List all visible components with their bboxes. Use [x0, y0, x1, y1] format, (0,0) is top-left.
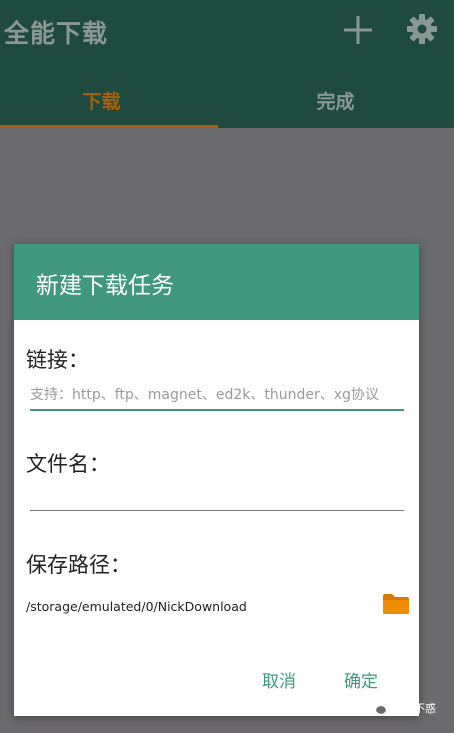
watermark-text: 苏生不惑 — [392, 702, 436, 715]
dialog-title: 新建下载任务 — [36, 273, 174, 299]
save-path-value: /storage/emulated/0/NickDownload — [26, 599, 247, 614]
filename-label: 文件名： — [26, 452, 110, 476]
plus-icon[interactable] — [342, 14, 374, 46]
tab-done[interactable]: 完成 — [222, 72, 449, 128]
dialog-header: 新建下载任务 — [14, 244, 419, 320]
filename-input-underline — [30, 510, 404, 511]
gear-icon[interactable] — [405, 12, 439, 46]
url-input-underline — [30, 409, 404, 411]
filename-input[interactable] — [30, 484, 408, 512]
watermark: 苏生不惑 — [368, 700, 436, 716]
app-title: 全能下载 — [4, 19, 109, 48]
folder-icon[interactable] — [382, 593, 410, 615]
url-label: 链接： — [26, 348, 89, 372]
new-download-dialog: 新建下载任务 链接： 文件名： 保存路径： /storage/emulated/… — [14, 244, 419, 716]
cancel-button[interactable]: 取消 — [258, 664, 300, 694]
tab-download[interactable]: 下载 — [0, 72, 215, 128]
tab-indicator — [0, 125, 218, 128]
save-path-label: 保存路径： — [26, 553, 131, 577]
app-bar: 全能下载 下载 完成 — [0, 0, 454, 128]
confirm-button[interactable]: 确定 — [340, 664, 382, 694]
wechat-icon — [368, 700, 388, 716]
url-input[interactable] — [30, 382, 404, 408]
